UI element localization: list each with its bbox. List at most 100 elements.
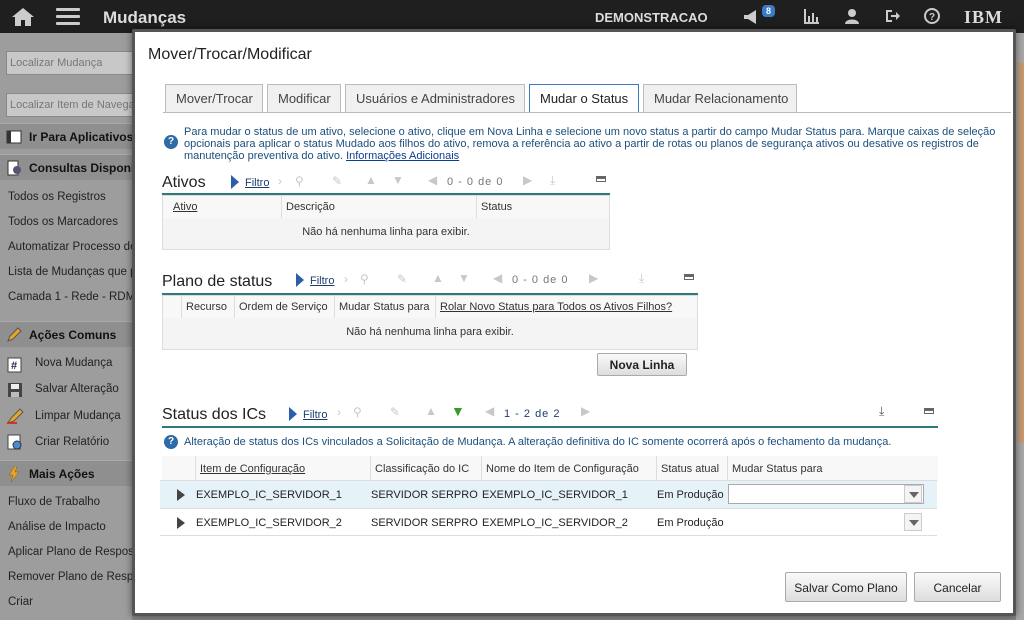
more-actions-header[interactable]: Mais Ações <box>0 460 132 486</box>
table-row[interactable]: EXEMPLO_IC_SERVIDOR_2 SERVIDOR SERPRO EX… <box>160 508 937 536</box>
goto-apps-header[interactable]: Ir Para Aplicativos <box>0 123 132 149</box>
save-change-action[interactable]: Salvar Alteração <box>35 383 119 395</box>
tab-users-admins[interactable]: Usuários e Administradores <box>345 84 525 112</box>
query-item[interactable]: Camada 1 - Rede - RDMs <box>8 291 132 303</box>
column-spacer <box>163 296 181 318</box>
expand-row-icon[interactable] <box>177 489 185 501</box>
query-item[interactable]: Todos os Registros <box>8 191 132 203</box>
common-actions-label: Ações Comuns <box>29 328 117 342</box>
collapse-icon[interactable] <box>684 274 694 280</box>
save-as-plan-button[interactable]: Salvar Como Plano <box>785 572 907 602</box>
megaphone-icon[interactable] <box>742 8 760 26</box>
query-item[interactable]: Lista de Mudanças que p <box>8 266 132 278</box>
section-divider <box>162 426 938 428</box>
new-change-action[interactable]: Nova Mudança <box>35 357 112 369</box>
column-header: Mudar Status para <box>334 296 435 318</box>
column-header: Mudar Status para <box>727 456 938 482</box>
chevron-down-icon[interactable] <box>904 513 922 531</box>
ci-status-section-title: Status dos ICs <box>162 406 267 423</box>
chevron-right-icon[interactable]: › <box>278 174 282 188</box>
column-header[interactable]: Ativo <box>163 196 281 218</box>
plan-filter-link[interactable]: Filtro <box>310 275 334 287</box>
save-icon <box>8 383 22 397</box>
assets-table: Ativo Descrição Status Não há nenhuma li… <box>162 195 610 250</box>
new-change-icon: # <box>7 357 22 373</box>
logout-icon[interactable] <box>883 8 901 26</box>
next-page-icon[interactable]: ▶ <box>581 404 590 418</box>
clear-change-action[interactable]: Limpar Mudança <box>35 410 121 422</box>
status-info-text: Para mudar o status de um ativo, selecio… <box>184 126 1004 162</box>
more-action-item[interactable]: Remover Plano de Respo <box>8 571 132 583</box>
goto-apps-label: Ir Para Aplicativos <box>29 130 132 144</box>
user-icon[interactable] <box>843 8 861 26</box>
column-header[interactable]: Rolar Novo Status para Todos os Ativos F… <box>435 296 697 318</box>
search-icon[interactable]: ⚲ <box>295 174 304 188</box>
chevron-down-icon[interactable] <box>904 485 922 503</box>
download-icon[interactable]: ⤓ <box>550 173 555 188</box>
expand-row-icon[interactable] <box>177 517 185 529</box>
tab-change-status[interactable]: Mudar o Status <box>529 84 639 113</box>
tab-move-swap[interactable]: Mover/Trocar <box>165 84 263 112</box>
download-icon[interactable]: ⤓ <box>639 271 644 286</box>
ci-classification-cell: SERVIDOR SERPRO <box>371 517 478 529</box>
assets-filter-link[interactable]: Filtro <box>245 177 269 189</box>
table-row[interactable]: EXEMPLO_IC_SERVIDOR_1 SERVIDOR SERPRO EX… <box>160 480 937 508</box>
collapse-icon[interactable] <box>924 408 934 414</box>
cancel-button[interactable]: Cancelar <box>914 572 1001 602</box>
clear-filter-icon[interactable]: ✎ <box>397 272 407 286</box>
arrow-up-icon[interactable]: ▲ <box>432 271 444 285</box>
column-header[interactable]: Item de Configuração <box>195 456 370 482</box>
next-page-icon[interactable]: ▶ <box>589 271 598 285</box>
filter-arrow-icon[interactable] <box>289 407 297 421</box>
ci-filter-link[interactable]: Filtro <box>303 409 327 421</box>
create-report-action[interactable]: Criar Relatório <box>35 436 109 448</box>
clear-filter-icon[interactable]: ✎ <box>332 174 342 188</box>
more-action-item[interactable]: Análise de Impacto <box>8 521 132 533</box>
filter-arrow-icon[interactable] <box>296 273 304 287</box>
more-action-item[interactable]: Criar <box>8 596 132 608</box>
clear-filter-icon[interactable]: ✎ <box>390 405 400 419</box>
common-actions-header[interactable]: Ações Comuns <box>0 321 132 347</box>
chevron-right-icon[interactable]: › <box>337 405 341 419</box>
more-action-item[interactable]: Fluxo de Trabalho <box>8 496 132 508</box>
queries-header-label: Consultas Disponíveis <box>29 161 132 175</box>
search-change-input[interactable]: Localizar Mudança <box>6 51 134 75</box>
tab-change-relationship[interactable]: Mudar Relacionamento <box>643 84 797 112</box>
previous-page-icon[interactable]: ◀ <box>493 271 502 285</box>
search-nav-input[interactable]: Localizar Item de Navegação <box>6 93 134 117</box>
chevron-right-icon[interactable]: › <box>344 272 348 286</box>
arrow-down-icon[interactable]: ▼ <box>458 271 470 285</box>
report-icon <box>7 434 22 450</box>
next-page-icon[interactable]: ▶ <box>523 173 532 187</box>
previous-page-icon[interactable]: ◀ <box>485 404 494 418</box>
home-icon[interactable] <box>10 7 36 27</box>
search-icon[interactable]: ⚲ <box>353 405 362 419</box>
menu-icon[interactable] <box>56 8 80 26</box>
tab-modify[interactable]: Modificar <box>267 84 341 112</box>
collapse-icon[interactable] <box>596 176 606 182</box>
ci-name-cell: EXEMPLO_IC_SERVIDOR_2 <box>482 517 628 529</box>
ci-status-cell: Em Produção <box>657 517 724 529</box>
column-header: Recurso <box>181 296 234 318</box>
help-icon[interactable]: ? <box>923 8 941 26</box>
more-info-link[interactable]: Informações Adicionais <box>346 150 459 162</box>
chart-icon[interactable] <box>803 8 821 26</box>
new-row-button[interactable]: Nova Linha <box>597 353 687 376</box>
more-action-item[interactable]: Aplicar Plano de Respost <box>8 546 132 558</box>
arrow-down-icon[interactable]: ▼ <box>451 403 465 419</box>
search-icon[interactable]: ⚲ <box>360 272 369 286</box>
download-icon[interactable]: ⤓ <box>879 404 884 419</box>
ci-name-cell: EXEMPLO_IC_SERVIDOR_1 <box>482 489 628 501</box>
previous-page-icon[interactable]: ◀ <box>428 173 437 187</box>
queries-header[interactable]: Consultas Disponíveis <box>0 154 132 180</box>
ci-cell: EXEMPLO_IC_SERVIDOR_1 <box>196 489 342 501</box>
change-status-select[interactable] <box>728 484 924 504</box>
filter-arrow-icon[interactable] <box>231 175 239 189</box>
lightning-icon <box>8 466 20 482</box>
arrow-up-icon[interactable]: ▲ <box>425 404 437 418</box>
arrow-up-icon[interactable]: ▲ <box>365 173 377 187</box>
more-actions-label: Mais Ações <box>29 467 95 481</box>
query-item[interactable]: Automatizar Processo de <box>8 241 132 253</box>
arrow-down-icon[interactable]: ▼ <box>392 173 404 187</box>
query-item[interactable]: Todos os Marcadores <box>8 216 132 228</box>
